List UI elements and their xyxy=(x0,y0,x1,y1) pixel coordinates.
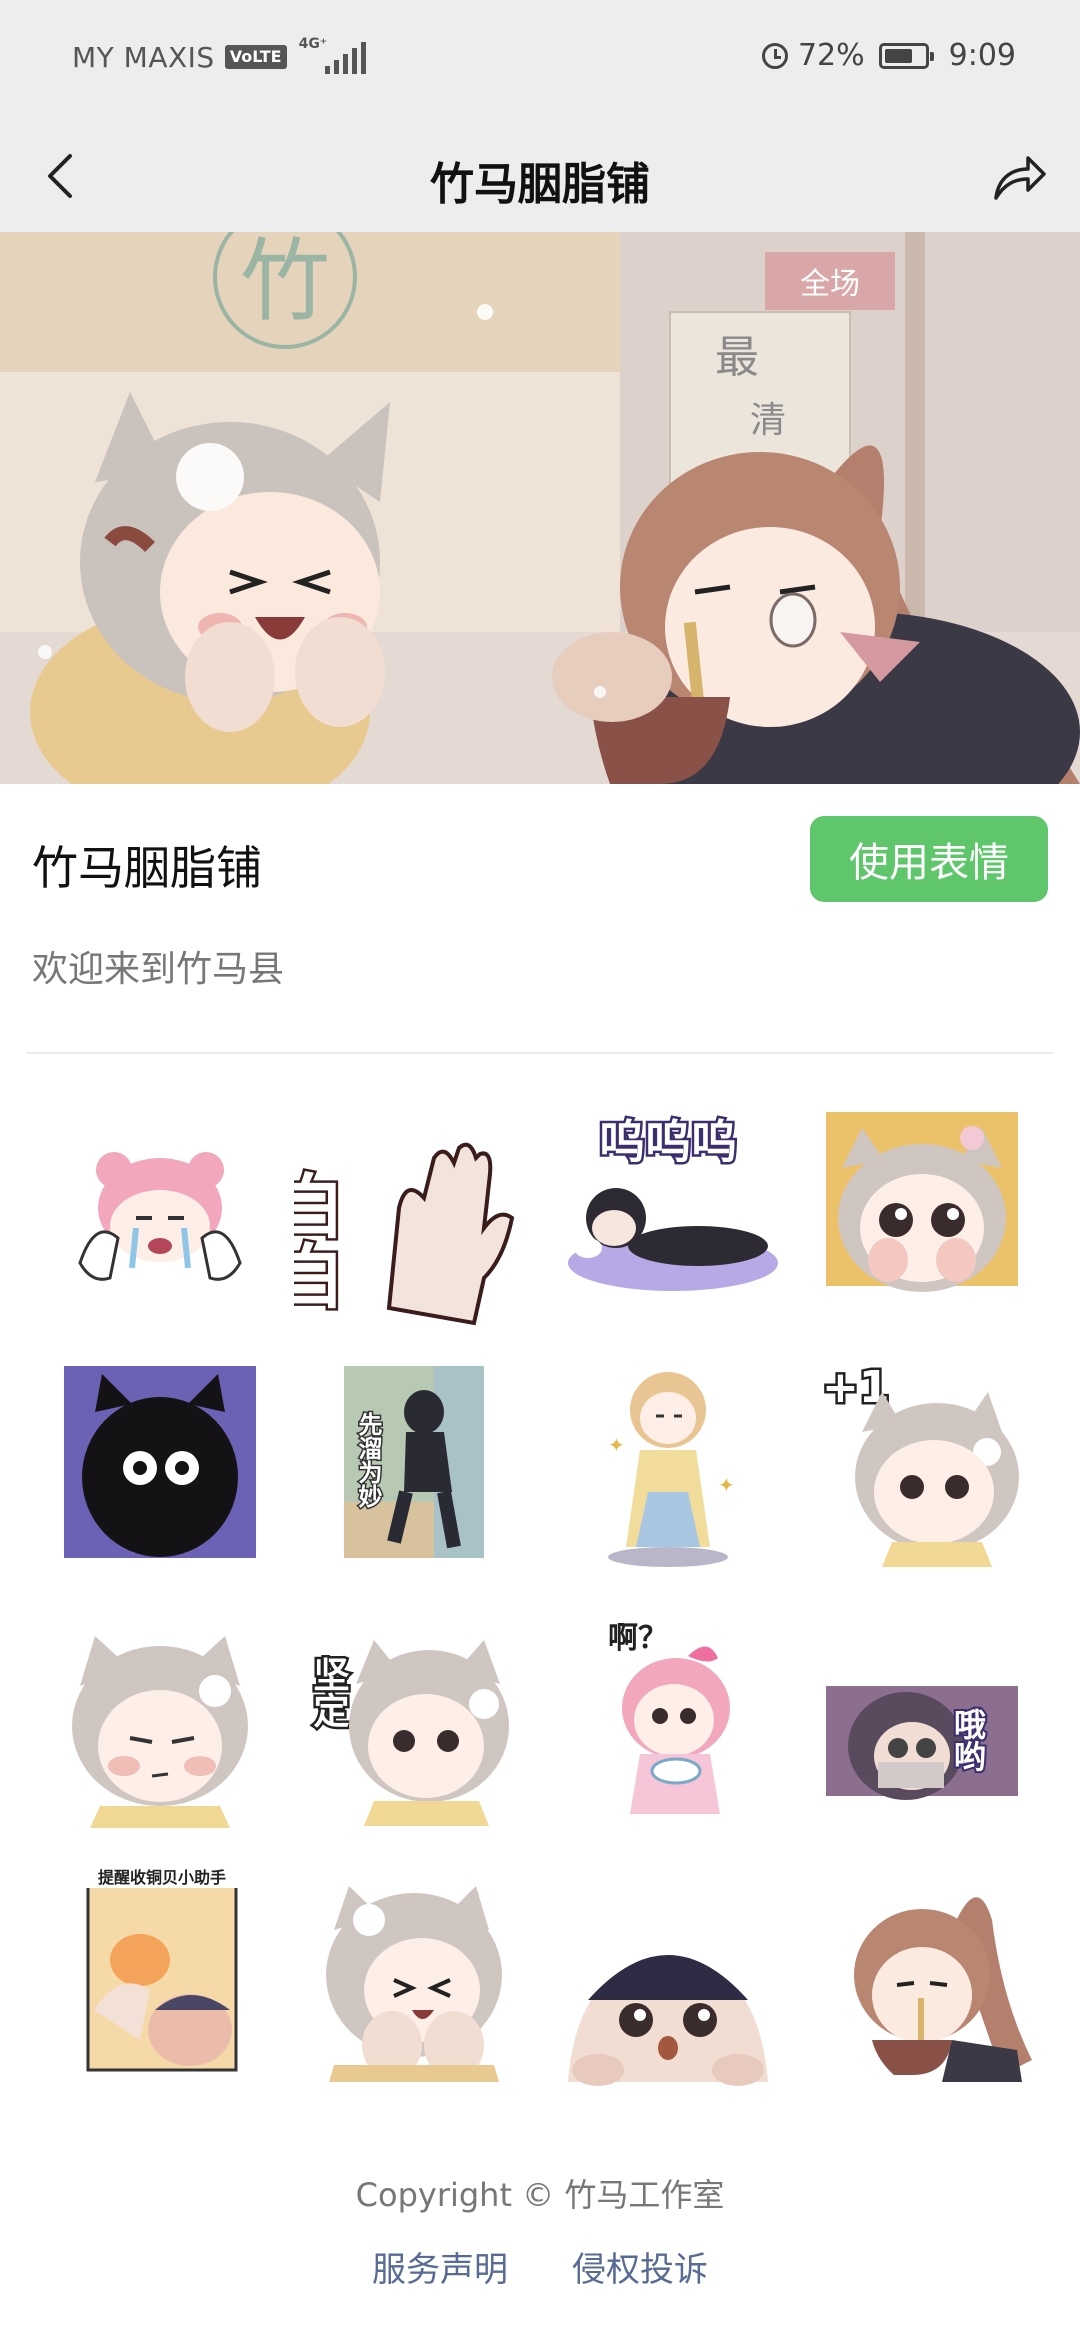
sticker-caption: 哦哟 xyxy=(949,1708,987,1772)
signal-icon: 4G⁺ xyxy=(299,36,366,74)
clock: 9:09 xyxy=(948,38,1016,73)
carrier-label: MY MAXIS xyxy=(72,40,215,74)
copyright-text: Copyright © 竹马工作室 xyxy=(355,2176,725,2214)
pack-description: 欢迎来到竹马县 xyxy=(32,949,285,990)
sticker-5[interactable] xyxy=(40,1342,280,1582)
volte-badge: VoLTE xyxy=(224,45,287,69)
sticker-3[interactable]: 呜呜呜 xyxy=(548,1088,788,1328)
sticker-1[interactable] xyxy=(40,1088,280,1328)
use-stickers-button[interactable]: 使用表情 xyxy=(810,816,1048,902)
sticker-caption: 提醒收铜贝小助手 xyxy=(98,1868,226,1887)
banner-sign-zui: 最 xyxy=(715,332,759,383)
share-icon[interactable] xyxy=(984,142,1052,210)
infringement-complaint-link[interactable]: 侵权投诉 xyxy=(572,2242,708,2291)
status-bar: MY MAXIS VoLTE 4G⁺ 72% 9:09 xyxy=(0,0,1080,120)
service-statement-link[interactable]: 服务声明 xyxy=(372,2242,508,2291)
sticker-2[interactable]: 白白 xyxy=(294,1088,534,1328)
sticker-14[interactable] xyxy=(294,1850,534,2090)
battery-fill xyxy=(884,48,912,63)
status-left: MY MAXIS VoLTE 4G⁺ xyxy=(72,36,366,74)
sticker-8[interactable]: +1 xyxy=(802,1342,1042,1582)
pack-name: 竹马胭脂铺 xyxy=(32,841,262,895)
sticker-caption: 先溜为妙 xyxy=(354,1412,382,1509)
sticker-caption: 啊？ xyxy=(608,1621,668,1656)
battery-percent: 72% xyxy=(797,38,865,73)
sticker-9[interactable] xyxy=(40,1596,280,1836)
network-type: 4G⁺ xyxy=(298,36,328,52)
alarm-icon xyxy=(761,42,788,69)
sticker-caption: 坚定 xyxy=(308,1656,350,1729)
banner-sign-bamboo: 竹 xyxy=(240,232,330,334)
banner-sign-qing: 清 xyxy=(750,400,786,441)
divider xyxy=(26,1052,1054,1054)
sticker-6[interactable]: 先溜为妙 xyxy=(294,1342,534,1582)
battery-icon xyxy=(878,42,934,69)
nav-bar: 竹马胭脂铺 xyxy=(0,120,1080,232)
banner-sign-sale: 全场 xyxy=(800,267,860,302)
status-right: 72% 9:09 xyxy=(761,38,1016,73)
sticker-13[interactable]: 提醒收铜贝小助手 xyxy=(40,1850,280,2090)
sticker-16[interactable] xyxy=(802,1850,1042,2090)
banner-image: 竹 全场 最 清 xyxy=(0,232,1080,784)
sticker-12[interactable]: 哦哟 xyxy=(802,1596,1042,1836)
svg-text:✦: ✦ xyxy=(608,1433,625,1457)
sticker-7[interactable]: ✦ ✦ xyxy=(548,1342,788,1582)
sticker-caption: 白白 xyxy=(294,1170,345,1310)
page-title: 竹马胭脂铺 xyxy=(430,159,650,210)
sticker-11[interactable]: 啊？ xyxy=(548,1596,788,1836)
sticker-10[interactable]: 坚定 xyxy=(294,1596,534,1836)
svg-text:✦: ✦ xyxy=(718,1473,735,1497)
sticker-4[interactable] xyxy=(802,1088,1042,1328)
sticker-15[interactable] xyxy=(548,1850,788,2090)
sticker-caption: 呜呜呜 xyxy=(599,1115,737,1169)
footer-links: 服务声明 侵权投诉 xyxy=(0,2242,1080,2291)
